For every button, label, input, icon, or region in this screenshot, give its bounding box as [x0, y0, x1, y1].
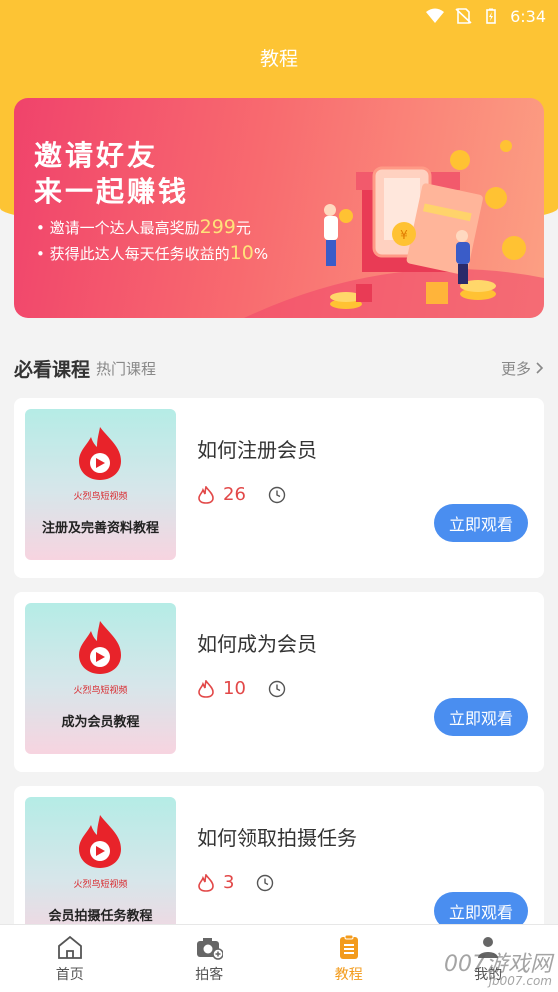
view-count: 26: [223, 484, 246, 505]
flame-logo-icon: [79, 815, 121, 868]
section-title: 必看课程: [14, 358, 91, 381]
section-subtitle: 热门课程: [96, 359, 157, 378]
status-bar: 6:34: [0, 0, 558, 32]
wifi-icon: [426, 8, 445, 23]
clock-icon: [268, 680, 286, 697]
thumb-caption: 注册及完善资料教程: [41, 521, 159, 536]
watch-now-button[interactable]: 立即观看: [434, 698, 528, 736]
course-meta: 3: [197, 872, 274, 893]
flame-logo-icon: [79, 427, 121, 480]
page-title: 教程: [259, 48, 298, 70]
thumb-caption: 会员拍摄任务教程: [48, 909, 153, 924]
course-thumbnail: 火烈鸟短视频 成为会员教程: [25, 603, 176, 754]
course-title: 如何领取拍摄任务: [197, 826, 357, 850]
no-sim-icon: [455, 8, 472, 24]
thumb-brand: 火烈鸟短视频: [73, 492, 128, 502]
fire-icon: [198, 679, 214, 698]
clock-icon: [268, 486, 286, 503]
course-meta: 10: [197, 678, 286, 699]
course-title: 如何成为会员: [197, 632, 317, 656]
flame-logo-icon: [79, 621, 121, 674]
course-card[interactable]: 火烈鸟短视频 成为会员教程 如何成为会员 10 立即观看: [14, 592, 544, 772]
tab-home[interactable]: 首页: [0, 925, 140, 992]
invite-banner[interactable]: 邀请好友 来一起赚钱 • 邀请一个达人最高奖励299元 • 获得此达人每天任务收…: [14, 98, 544, 318]
watermark: 007游戏网 jb007.com: [444, 952, 552, 988]
course-thumbnail: 火烈鸟短视频 注册及完善资料教程: [25, 409, 176, 560]
tutorial-icon: [339, 934, 358, 959]
watch-now-button[interactable]: 立即观看: [434, 504, 528, 542]
home-icon: [57, 935, 82, 959]
fire-icon: [198, 485, 214, 504]
course-title: 如何注册会员: [197, 438, 317, 462]
thumb-brand: 火烈鸟短视频: [73, 880, 128, 890]
status-time: 6:34: [510, 6, 546, 26]
tab-paike[interactable]: 拍客: [140, 925, 280, 992]
chevron-right-icon: [536, 362, 544, 374]
fire-icon: [198, 873, 214, 892]
view-count: 10: [223, 678, 246, 699]
banner-title-line1: 邀请好友: [34, 139, 159, 172]
section-header: 必看课程 热门课程 更多: [14, 352, 544, 384]
coin-symbol: ¥: [400, 228, 408, 242]
camera-icon: [197, 937, 224, 960]
view-count: 3: [223, 872, 235, 893]
more-link[interactable]: 更多: [501, 358, 544, 379]
clock-icon: [257, 874, 274, 891]
thumb-brand: 火烈鸟短视频: [73, 686, 128, 696]
banner-illustration: ¥: [244, 140, 544, 318]
course-card[interactable]: 火烈鸟短视频 注册及完善资料教程 如何注册会员 26 立即观看: [14, 398, 544, 578]
banner-title-line2: 来一起赚钱: [34, 175, 190, 208]
tab-tutorial[interactable]: 教程: [279, 925, 419, 992]
battery-charging-icon: [486, 8, 496, 24]
course-meta: 26: [197, 484, 286, 505]
banner-bullet-reward: • 邀请一个达人最高奖励299元: [36, 216, 251, 238]
banner-bullet-commission: • 获得此达人每天任务收益的10%: [36, 242, 269, 264]
thumb-caption: 成为会员教程: [61, 715, 140, 730]
